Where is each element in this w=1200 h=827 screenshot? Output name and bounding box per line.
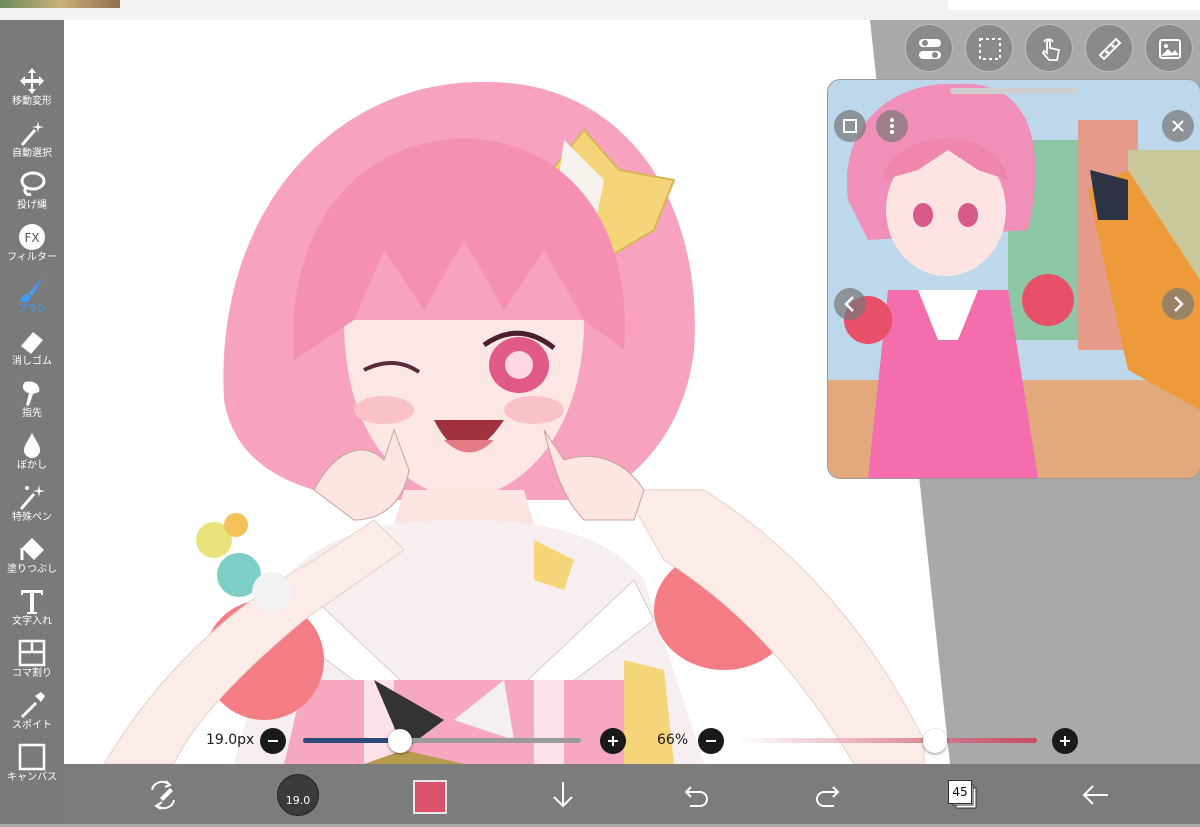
reference-menu-button[interactable] <box>876 110 908 142</box>
tool-eraser[interactable]: 消しゴム <box>0 320 64 370</box>
brush-size-increase-button[interactable] <box>600 728 626 754</box>
reference-close-button[interactable] <box>1162 110 1194 142</box>
top-strip <box>0 0 1200 21</box>
opacity-track[interactable] <box>737 738 1037 743</box>
reference-panel[interactable] <box>828 80 1200 478</box>
redo-icon <box>816 786 840 807</box>
ruler-icon <box>1098 37 1122 61</box>
bucket-icon <box>20 538 44 560</box>
back-button[interactable] <box>1078 778 1112 812</box>
finger-icon <box>22 381 40 406</box>
image-icon <box>1159 39 1181 59</box>
brush-preview-size: 19.0 <box>285 794 311 807</box>
tool-label: キャンバス <box>7 772 57 783</box>
magic-wand-icon <box>20 121 44 146</box>
undo-icon <box>684 786 708 807</box>
tool-text[interactable]: 文字入れ <box>0 580 64 630</box>
color-swatch-button[interactable] <box>413 780 447 814</box>
blur-drop-icon <box>24 433 40 458</box>
touch-icon <box>1041 38 1061 61</box>
tool-label: ぼかし <box>17 460 47 471</box>
tool-label: スポイト <box>12 720 52 731</box>
opacity-decrease-button[interactable] <box>698 728 724 754</box>
svg-text:FX: FX <box>24 231 39 245</box>
eraser-icon <box>21 332 43 354</box>
tool-label: コマ割り <box>12 668 52 679</box>
opacity-increase-button[interactable] <box>1052 728 1078 754</box>
tool-label: ブラシ <box>17 304 47 315</box>
reference-fit-button[interactable] <box>834 110 866 142</box>
eyedropper-icon <box>21 692 45 718</box>
redo-button[interactable] <box>812 778 846 812</box>
reference-next-button[interactable] <box>1162 288 1194 320</box>
download-button[interactable] <box>546 778 580 812</box>
tool-label: フィルター <box>7 252 57 263</box>
layers-button[interactable]: 45 <box>948 780 978 810</box>
tool-label: 移動変形 <box>12 96 52 107</box>
chevron-right-icon <box>1174 296 1184 312</box>
tool-label: 文字入れ <box>12 616 52 627</box>
frame-divide-icon <box>18 639 46 667</box>
tool-frame-divide[interactable]: コマ割り <box>0 632 64 682</box>
more-vertical-icon <box>890 118 894 134</box>
special-pen-icon <box>19 485 45 510</box>
touch-button[interactable] <box>1025 24 1073 72</box>
tool-palette: 移動変形 自動選択 投げ縄 FX フィルター ブラシ 消しゴム 指先 ぼかし 特… <box>0 20 64 824</box>
tool-label: 自動選択 <box>12 148 52 159</box>
reference-prev-button[interactable] <box>834 288 866 320</box>
minus-icon <box>268 740 278 742</box>
tool-filter[interactable]: FX フィルター <box>0 216 64 266</box>
bottom-toolbar: 19.0 45 <box>64 764 1200 824</box>
brush-icon <box>20 277 43 302</box>
minus-icon <box>706 740 716 742</box>
image-button[interactable] <box>1145 24 1193 72</box>
brush-size-fill <box>303 738 401 743</box>
tool-special-pen[interactable]: 特殊ペン <box>0 476 64 526</box>
tool-lasso[interactable]: 投げ縄 <box>0 164 64 214</box>
move-icon <box>20 68 44 94</box>
toggle-button[interactable] <box>905 24 953 72</box>
fx-icon: FX <box>19 224 45 250</box>
ruler-button[interactable] <box>1085 24 1133 72</box>
back-arrow-icon <box>1082 785 1108 805</box>
frame-icon <box>843 119 857 133</box>
layers-count: 45 <box>948 780 972 804</box>
undo-button[interactable] <box>678 778 712 812</box>
tool-label: 投げ縄 <box>17 200 47 211</box>
tool-label: 塗りつぶし <box>6 564 58 575</box>
tool-fill[interactable]: 塗りつぶし <box>0 528 64 578</box>
opacity-value: 66% <box>657 732 689 748</box>
reference-drag-handle[interactable] <box>950 88 1078 94</box>
plus-icon <box>1060 736 1070 746</box>
selection-button[interactable] <box>965 24 1013 72</box>
thumbnail-strip <box>0 0 120 8</box>
transform-button[interactable] <box>146 778 180 812</box>
tool-blur[interactable]: ぼかし <box>0 424 64 474</box>
close-icon <box>1172 120 1184 132</box>
tool-label: 消しゴム <box>12 356 52 367</box>
brush-size-decrease-button[interactable] <box>260 728 286 754</box>
tool-brush[interactable]: ブラシ <box>0 268 64 318</box>
plus-icon <box>608 736 618 746</box>
brush-preview-button[interactable]: 19.0 <box>277 774 319 816</box>
selection-icon <box>979 38 1001 60</box>
transform-icon <box>151 780 175 810</box>
tool-move-transform[interactable]: 移動変形 <box>0 60 64 110</box>
opacity-handle[interactable] <box>923 729 947 753</box>
brush-size-value: 19.0px <box>206 732 255 748</box>
tool-label: 指先 <box>22 408 42 419</box>
lasso-icon <box>20 171 46 196</box>
tool-finger[interactable]: 指先 <box>0 372 64 422</box>
top-field <box>948 0 1200 10</box>
tool-label: 特殊ペン <box>12 512 52 523</box>
text-icon <box>21 590 43 614</box>
chevron-left-icon <box>844 296 854 312</box>
tool-canvas[interactable]: キャンバス <box>0 736 64 786</box>
canvas-icon <box>18 743 46 771</box>
tool-eyedropper[interactable]: スポイト <box>0 684 64 734</box>
toggle-icon <box>919 39 941 59</box>
download-icon <box>553 782 573 808</box>
tool-auto-select[interactable]: 自動選択 <box>0 112 64 162</box>
